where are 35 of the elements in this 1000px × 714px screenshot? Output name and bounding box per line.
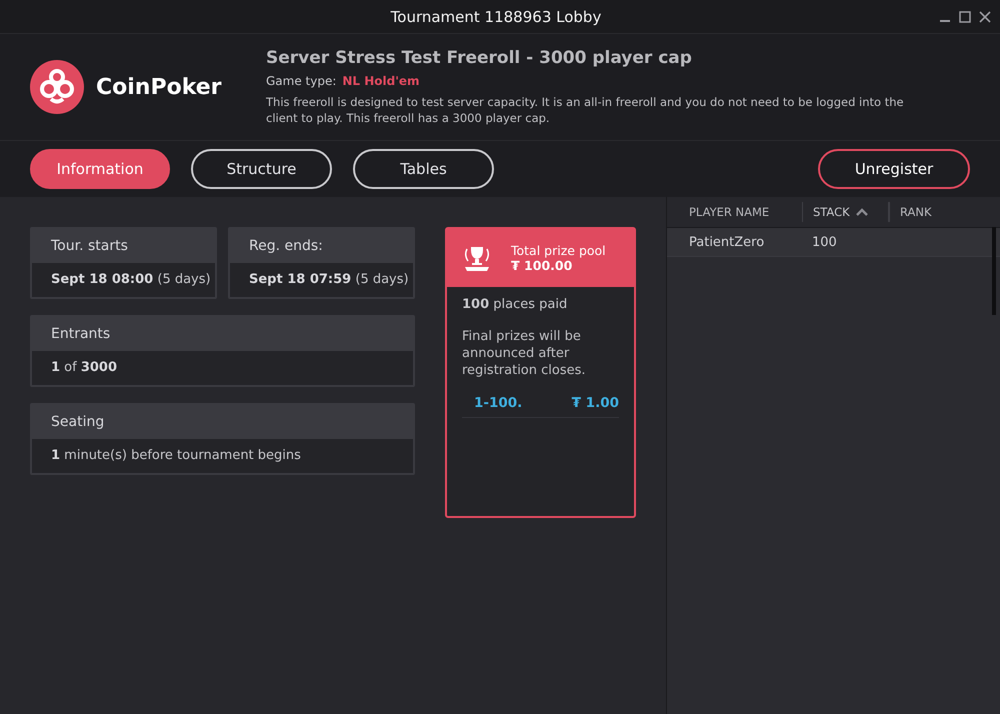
payout-places: 1-100. xyxy=(474,395,522,411)
tab[interactable]: Tables xyxy=(353,149,494,189)
tournament-title: Server Stress Test Freeroll - 3000 player cap xyxy=(266,48,693,68)
card-title: Tour. starts xyxy=(32,229,215,263)
close-icon[interactable] xyxy=(978,10,992,24)
window-title: Tournament 1188963 Lobby xyxy=(390,8,602,26)
column-header[interactable]: RANK xyxy=(900,202,932,222)
prize-pool-amount: ₮ 100.00 xyxy=(511,258,574,273)
prize-note: Final prizes will be announced after registration closes. xyxy=(461,328,587,379)
table-cell: 100 xyxy=(812,234,837,250)
scrollbar[interactable] xyxy=(992,227,996,315)
card-title: Seating xyxy=(32,405,413,439)
column-header[interactable]: PLAYER NAME xyxy=(689,202,770,222)
tab[interactable]: Information xyxy=(30,149,170,189)
payout-prize: ₮ 1.00 xyxy=(572,395,619,411)
unregister-button[interactable]: Unregister xyxy=(818,149,970,189)
tab[interactable]: Structure xyxy=(191,149,332,189)
table-cell: PatientZero xyxy=(689,234,764,250)
logo-text: CoinPoker xyxy=(96,74,222,100)
maximize-icon[interactable] xyxy=(958,10,972,24)
prize-pool-label: Total prize pool xyxy=(511,243,606,258)
card-value: Sept 18 08:00 (5 days) xyxy=(50,271,212,289)
tournament-description: This freeroll is designed to test server capacity. It is an all-in freeroll and you do not need to be logged into the client to play. This freeroll has a 3000 player cap. xyxy=(266,94,905,126)
table-row[interactable]: PatientZero 100 xyxy=(667,228,1000,257)
sort-caret-icon xyxy=(854,207,869,217)
card-title: Entrants xyxy=(32,317,413,351)
card-title: Reg. ends: xyxy=(230,229,413,263)
places-paid: 100 places paid xyxy=(461,296,568,312)
logo-icon xyxy=(30,60,84,114)
card-value: 1 of 3000 xyxy=(50,359,118,377)
column-header[interactable]: STACK xyxy=(813,202,869,222)
game-type-value: NL Hold'em xyxy=(342,74,420,88)
card-value: Sept 18 07:59 (5 days) xyxy=(248,271,410,289)
card-value: 1 minute(s) before tournament begins xyxy=(50,447,302,465)
game-type-label: Game type: xyxy=(266,74,336,88)
